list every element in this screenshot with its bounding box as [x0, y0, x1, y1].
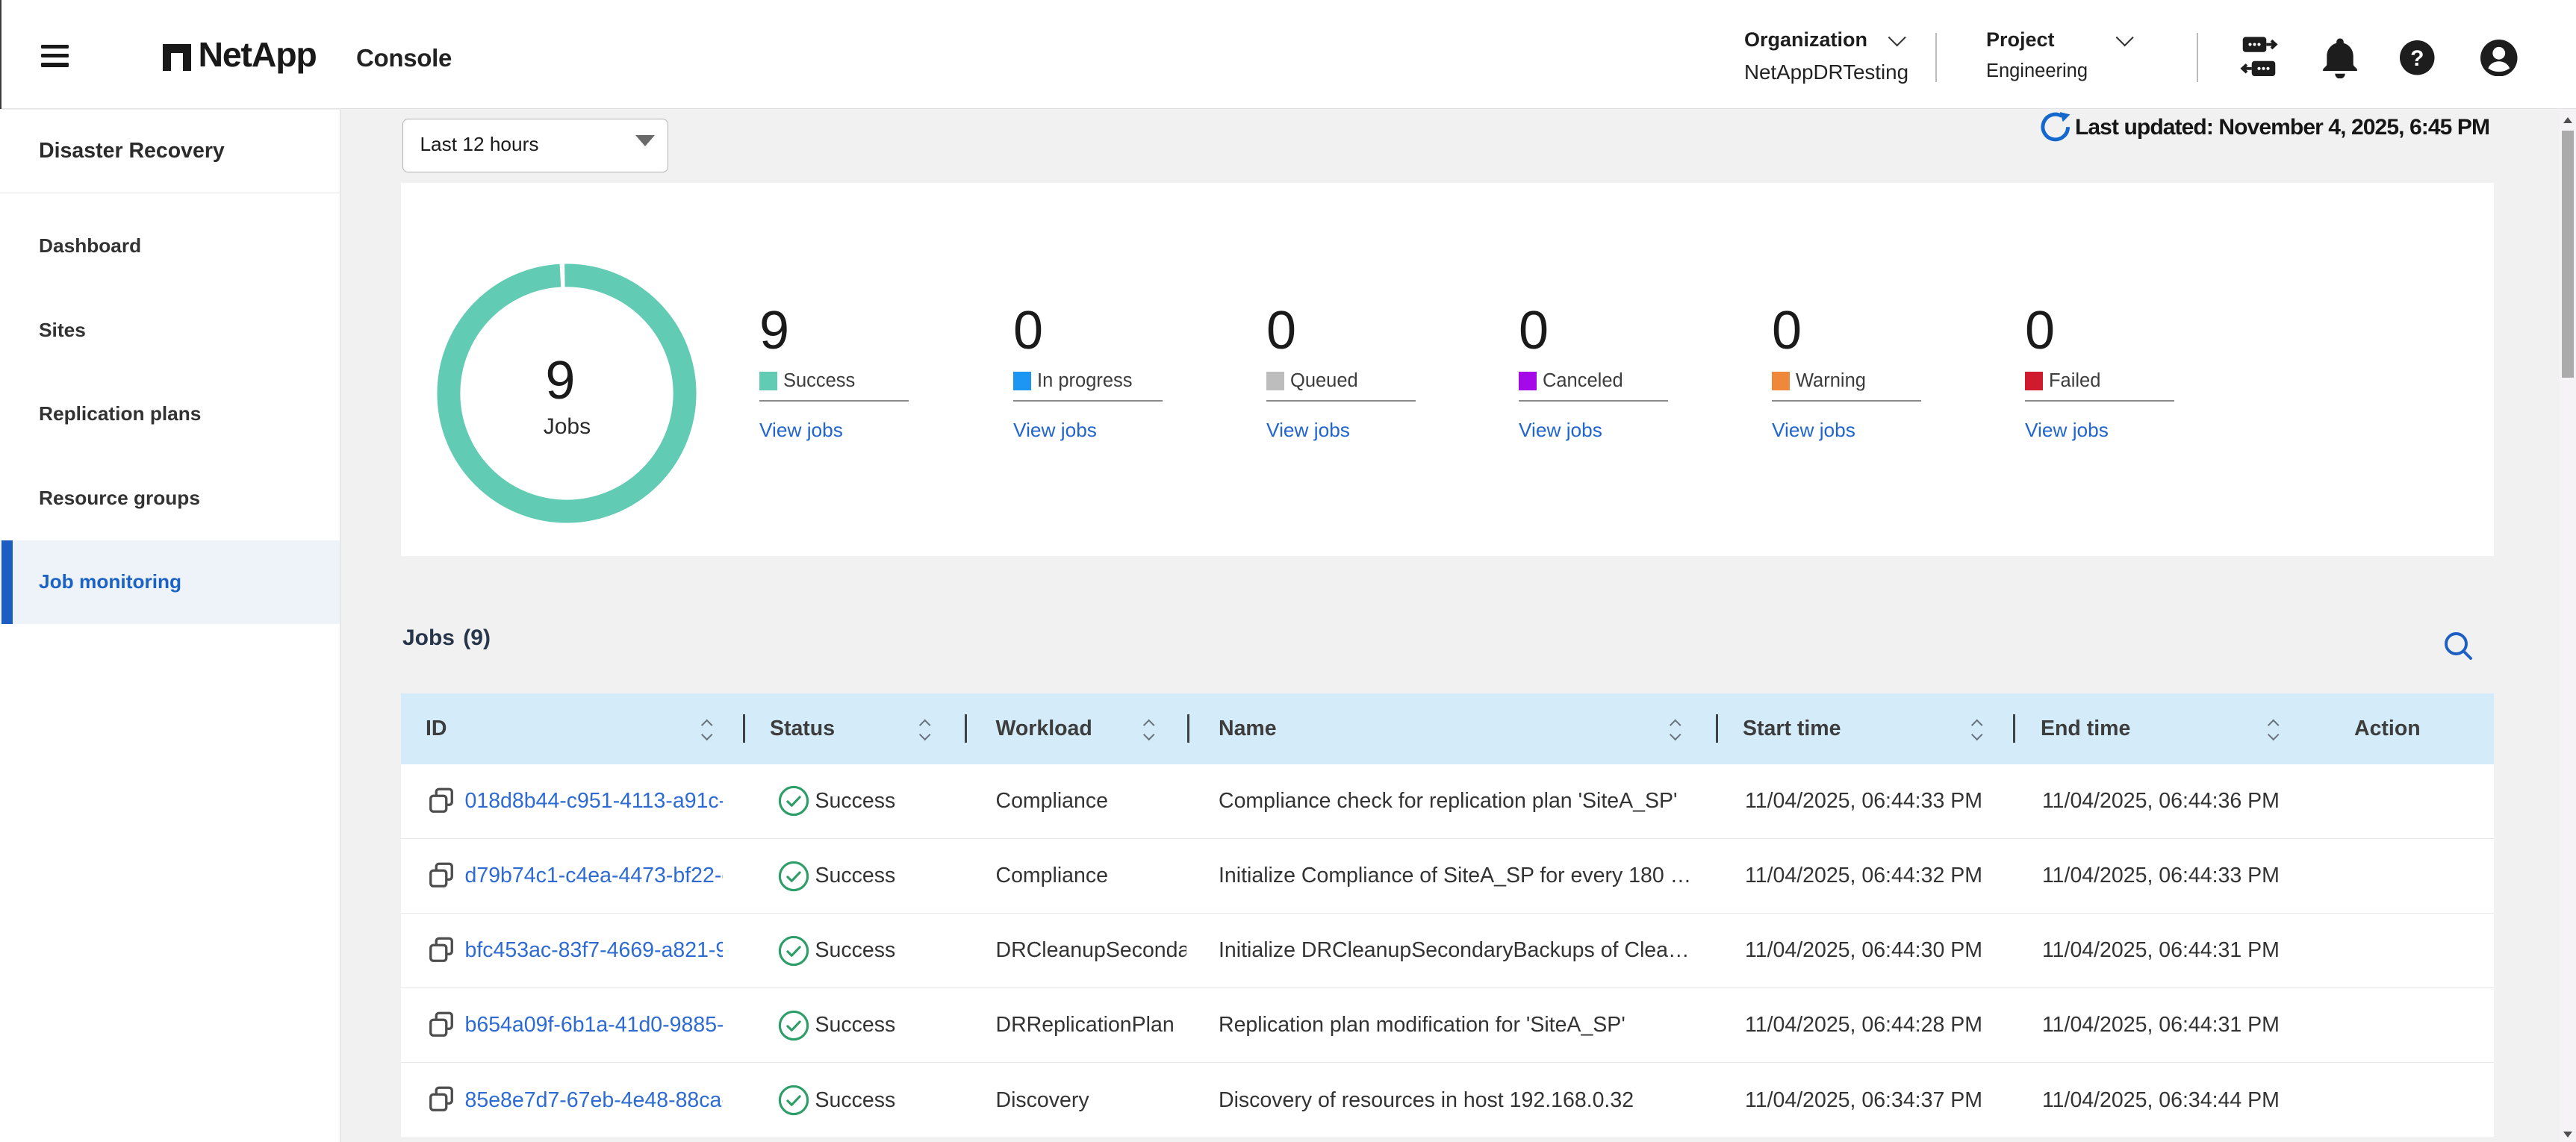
svg-text:?: ? [2410, 46, 2424, 71]
